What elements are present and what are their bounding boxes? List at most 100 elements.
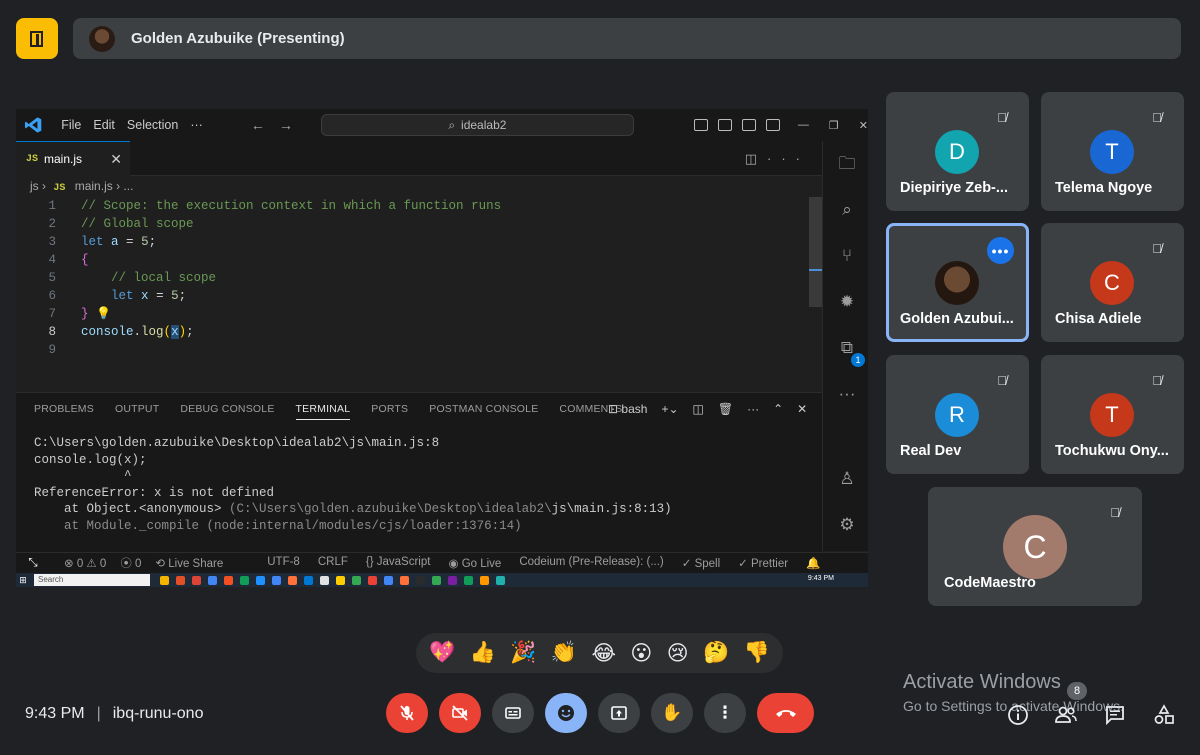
participant-tile[interactable]: 🎙̸ T Telema Ngoye xyxy=(1041,92,1184,211)
camera-toggle-button[interactable] xyxy=(439,693,481,733)
more-options-button[interactable]: ⋮ xyxy=(704,693,746,733)
participant-tile-active[interactable]: ••• Golden Azubui... xyxy=(886,223,1029,342)
taskbar-app-icon[interactable] xyxy=(208,575,217,585)
status-live-share[interactable]: ⟲ Live Share xyxy=(155,556,223,570)
explorer-icon[interactable]: 🗀 xyxy=(836,153,858,175)
status-spell[interactable]: ✓ Spell xyxy=(682,556,720,570)
taskbar-app-icon[interactable] xyxy=(272,575,281,585)
search-icon[interactable]: ⌕ xyxy=(836,199,858,221)
reaction-sad[interactable]: 😢 xyxy=(667,641,689,666)
present-screen-button[interactable] xyxy=(598,693,640,733)
nav-arrows-icon[interactable]: ←→ xyxy=(251,117,307,133)
people-button[interactable] xyxy=(1053,702,1079,728)
taskbar-search[interactable]: Search xyxy=(34,574,150,586)
source-control-icon[interactable]: ⑂ xyxy=(836,245,858,267)
activities-button[interactable] xyxy=(1151,702,1177,728)
captions-button[interactable] xyxy=(492,693,534,733)
minimize-icon[interactable]: — xyxy=(798,119,809,132)
status-codeium[interactable]: Codeium (Pre-Release): (...) xyxy=(519,556,663,570)
taskbar-app-icon[interactable] xyxy=(368,575,377,585)
tab-ports[interactable]: PORTS xyxy=(371,403,408,420)
reaction-thumbs-up[interactable]: 👍 xyxy=(470,641,496,665)
breadcrumb-file[interactable]: main.js xyxy=(75,179,113,193)
menu-selection[interactable]: Selection xyxy=(127,118,178,132)
meeting-details-button[interactable] xyxy=(1005,702,1031,728)
breadcrumb-symbol[interactable]: ... xyxy=(123,179,133,193)
command-center[interactable]: ⌕ idealab2 xyxy=(320,114,634,136)
taskbar-app-icon[interactable] xyxy=(304,575,313,585)
split-terminal-icon[interactable]: ◫ xyxy=(693,402,704,416)
accounts-icon[interactable]: ♙ xyxy=(836,468,858,490)
taskbar-app-icon[interactable] xyxy=(224,575,233,585)
reaction-surprised[interactable]: 😮 xyxy=(630,641,652,666)
status-prettier[interactable]: ✓ Prettier xyxy=(738,556,788,570)
participant-tile[interactable]: 🎙̸ D Diepiriye Zeb-... xyxy=(886,92,1029,211)
reaction-laugh[interactable]: 😂 xyxy=(591,641,616,666)
taskbar-app-icon[interactable] xyxy=(192,575,201,585)
toggle-sidebar-icon[interactable] xyxy=(693,119,708,131)
taskbar-app-icon[interactable] xyxy=(160,575,169,585)
reaction-thumbs-down[interactable]: 👎 xyxy=(744,641,770,665)
status-ports[interactable]: ⦿ 0 xyxy=(120,555,141,571)
chat-button[interactable] xyxy=(1102,702,1128,728)
mic-toggle-button[interactable] xyxy=(386,693,428,733)
maximize-panel-icon[interactable]: ⌃ xyxy=(773,402,783,416)
menu-file[interactable]: File xyxy=(61,118,81,132)
tab-main-js[interactable]: JS main.js ✕ xyxy=(16,141,130,176)
close-panel-icon[interactable]: ✕ xyxy=(797,402,807,416)
reaction-thinking[interactable]: 🤔 xyxy=(703,641,729,665)
toggle-secondary-sidebar-icon[interactable] xyxy=(741,119,756,131)
taskbar-app-icon[interactable] xyxy=(176,575,185,585)
taskbar-app-icon[interactable] xyxy=(288,575,297,585)
leave-call-button[interactable] xyxy=(757,693,814,733)
terminal-output[interactable]: C:\Users\golden.azubuike\Desktop\idealab… xyxy=(34,435,672,534)
terminal-shell[interactable]: ⊡ bash xyxy=(608,402,647,416)
participant-tile[interactable]: 🎙̸ R Real Dev xyxy=(886,355,1029,474)
taskbar-app-icon[interactable] xyxy=(320,575,329,585)
taskbar-app-icon[interactable] xyxy=(240,575,249,585)
toggle-panel-icon[interactable] xyxy=(717,119,732,131)
status-eol[interactable]: CRLF xyxy=(318,556,348,570)
more-actions-icon[interactable]: ··· xyxy=(767,151,810,166)
participant-tile[interactable]: 🎙̸ C CodeMaestro xyxy=(928,487,1142,606)
leave-door-button[interactable] xyxy=(16,18,58,59)
windows-start-icon[interactable]: ⊞ xyxy=(16,573,30,587)
taskbar-app-icon[interactable] xyxy=(464,575,473,585)
trash-icon[interactable]: 🗑 xyxy=(718,402,733,416)
restore-icon[interactable]: ❐ xyxy=(829,119,839,132)
status-encoding[interactable]: UTF-8 xyxy=(267,556,300,570)
taskbar-app-icon[interactable] xyxy=(480,575,489,585)
menu-edit[interactable]: Edit xyxy=(93,118,115,132)
breadcrumb-folder[interactable]: js xyxy=(30,179,39,193)
taskbar-app-icon[interactable] xyxy=(448,575,457,585)
emoji-reactions-button[interactable] xyxy=(545,693,587,733)
more-icon[interactable]: ··· xyxy=(836,383,858,405)
status-language[interactable]: {} JavaScript xyxy=(366,556,431,570)
reaction-heart[interactable]: 💖 xyxy=(429,641,455,665)
split-editor-icon[interactable]: ◫ xyxy=(745,151,767,166)
participant-tile[interactable]: 🎙̸ C Chisa Adiele xyxy=(1041,223,1184,342)
new-terminal-icon[interactable]: +⌄ xyxy=(661,402,678,416)
tab-output[interactable]: OUTPUT xyxy=(115,403,159,420)
customize-layout-icon[interactable] xyxy=(765,119,780,131)
reaction-party[interactable]: 🎉 xyxy=(510,641,536,665)
manage-gear-icon[interactable]: ⚙ xyxy=(836,514,858,536)
taskbar-app-icon[interactable] xyxy=(400,575,409,585)
taskbar-app-icon[interactable] xyxy=(336,575,345,585)
status-problems[interactable]: ⊗ 0 ⚠ 0 xyxy=(64,556,106,570)
remote-icon[interactable]: ⤡ xyxy=(16,553,50,574)
taskbar-app-icon[interactable] xyxy=(256,575,265,585)
more-actions-icon[interactable]: ··· xyxy=(747,402,759,416)
taskbar-app-icon[interactable] xyxy=(384,575,393,585)
raise-hand-button[interactable]: ✋ xyxy=(651,693,693,733)
taskbar-app-icon[interactable] xyxy=(416,575,425,585)
taskbar-app-icon[interactable] xyxy=(352,575,361,585)
presenter-bar[interactable]: Golden Azubuike (Presenting) xyxy=(73,18,1181,59)
taskbar-app-icon[interactable] xyxy=(496,575,505,585)
close-window-icon[interactable]: ✕ xyxy=(859,119,868,132)
tab-close-icon[interactable]: ✕ xyxy=(110,151,122,168)
status-go-live[interactable]: ◉ Go Live xyxy=(448,556,501,570)
taskbar-app-icon[interactable] xyxy=(432,575,441,585)
editor-scrollbar[interactable] xyxy=(809,197,823,307)
menu-more[interactable]: ··· xyxy=(190,118,203,132)
